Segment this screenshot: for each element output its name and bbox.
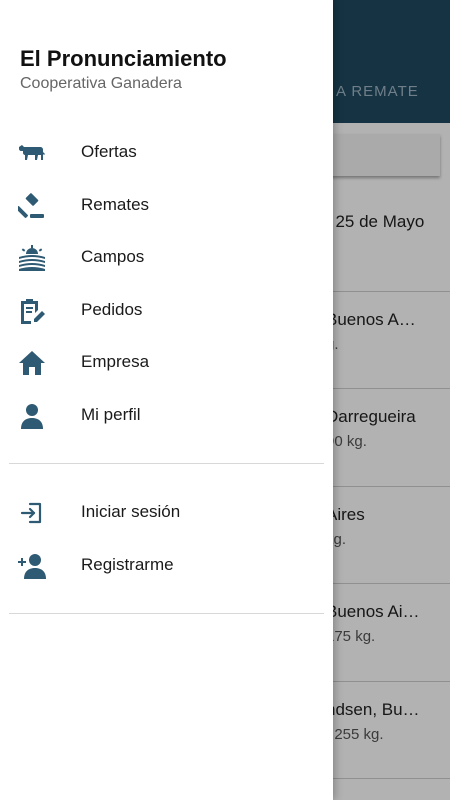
field-sunrise-icon <box>18 244 46 272</box>
menu-item-ofertas[interactable]: Ofertas <box>0 127 333 179</box>
menu-item-label: Ofertas <box>81 142 137 161</box>
menu-item-label: Pedidos <box>81 300 143 319</box>
menu-item-registrarme[interactable]: Registrarme <box>0 540 333 592</box>
add-user-icon <box>18 552 46 580</box>
menu-item-label: Iniciar sesión <box>81 502 181 521</box>
menu-item-label: Remates <box>81 195 150 214</box>
login-icon <box>18 499 46 527</box>
cow-icon <box>18 139 46 167</box>
menu-item-campos[interactable]: Campos <box>0 232 333 284</box>
navigation-drawer: El Pronunciamiento Cooperativa Ganadera … <box>0 0 333 800</box>
menu-divider <box>9 613 324 614</box>
menu-item-empresa[interactable]: Empresa <box>0 337 333 389</box>
menu-item-mi-perfil[interactable]: Mi perfil <box>0 390 333 442</box>
drawer-subtitle: Cooperativa Ganadera <box>20 75 182 92</box>
gavel-icon <box>18 192 46 220</box>
user-icon <box>18 402 46 430</box>
home-icon <box>18 349 46 377</box>
drawer-title: El Pronunciamiento <box>20 46 227 71</box>
menu-item-remates[interactable]: Remates <box>0 180 333 232</box>
menu-item-label: Campos <box>81 247 145 266</box>
menu-item-iniciar-sesion[interactable]: Iniciar sesión <box>0 487 333 539</box>
menu-item-label: Mi perfil <box>81 405 141 424</box>
menu-divider <box>9 463 324 464</box>
menu-item-pedidos[interactable]: Pedidos <box>0 285 333 337</box>
menu-item-label: Empresa <box>81 352 150 371</box>
clipboard-edit-icon <box>18 297 46 325</box>
menu-item-label: Registrarme <box>81 555 174 574</box>
